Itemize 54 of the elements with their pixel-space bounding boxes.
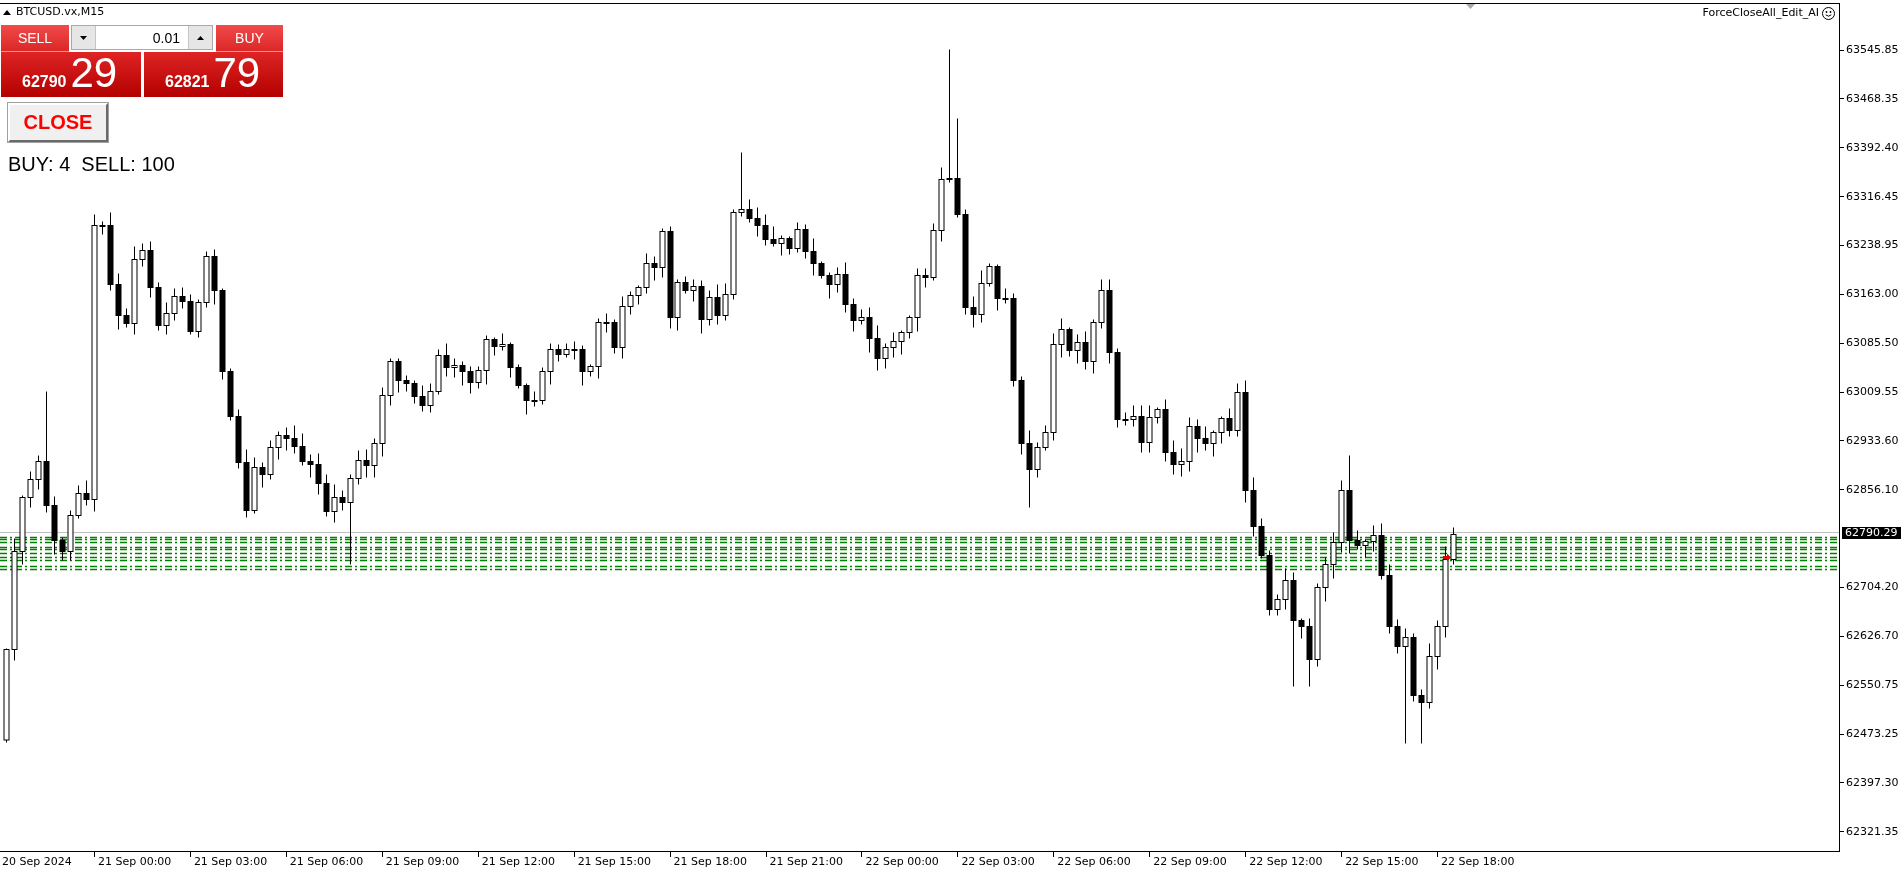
buy-price-panel[interactable]: 62821 79: [144, 52, 283, 97]
arrow-icon: [1443, 553, 1451, 562]
time-axis-label: 20 Sep 2024: [2, 855, 72, 868]
time-axis-label: 22 Sep 09:00: [1153, 855, 1227, 868]
buy-price-main: 62821: [165, 73, 210, 91]
time-axis-label: 21 Sep 09:00: [385, 855, 460, 868]
time-axis-label: 22 Sep 18:00: [1441, 855, 1515, 868]
price-axis-label: 63545.85: [1846, 44, 1899, 56]
price-axis-label: 63392.40: [1846, 141, 1899, 154]
price-axis-label: 62473.25: [1846, 728, 1899, 741]
price-axis-label: 63238.95: [1846, 239, 1899, 252]
smiley-face-icon: [1822, 6, 1835, 20]
caret-up-icon: [197, 35, 204, 40]
price-axis-label: 63085.50: [1846, 337, 1899, 350]
time-axis-label: 21 Sep 03:00: [193, 855, 268, 868]
sell-price-main: 62790: [22, 73, 67, 91]
triangle-up-icon[interactable]: [3, 9, 11, 15]
time-axis-label: 22 Sep 03:00: [961, 855, 1035, 868]
triangle-marker-icon[interactable]: [1466, 4, 1475, 9]
time-axis-label: 22 Sep 15:00: [1345, 855, 1419, 868]
price-axis-label: 62856.10: [1846, 483, 1899, 496]
buy-button[interactable]: BUY: [216, 25, 283, 52]
time-axis-label: 21 Sep 00:00: [97, 855, 172, 868]
time-axis-label: 22 Sep 12:00: [1249, 855, 1323, 868]
time-axis-label: 21 Sep 21:00: [769, 855, 843, 868]
price-axis-label: 62397.30: [1846, 776, 1899, 789]
lot-increase-button[interactable]: [188, 26, 212, 49]
symbol-title: BTCUSD.vx,M15: [16, 5, 105, 19]
price-axis-label: 63316.45: [1846, 190, 1899, 203]
buy-price-pips: 79: [213, 52, 261, 94]
sell-button[interactable]: SELL: [1, 25, 69, 52]
time-axis-label: 21 Sep 12:00: [481, 855, 556, 868]
price-axis-label: 63009.55: [1846, 386, 1899, 399]
price-axis-label: 63468.35: [1846, 92, 1899, 105]
price-axis-label: 62550.75: [1846, 679, 1899, 692]
close-button[interactable]: CLOSE: [8, 103, 108, 142]
current-price-label: 62790.29: [1842, 526, 1901, 539]
price-axis-label: 63163.00: [1846, 288, 1899, 301]
sell-price-panel[interactable]: 62790 29: [1, 52, 141, 97]
price-axis-label: 62933.60: [1846, 434, 1899, 447]
time-axis-label: 22 Sep 00:00: [865, 855, 939, 868]
price-axis-label: 62704.20: [1846, 581, 1899, 594]
lot-decrease-button[interactable]: [72, 26, 96, 49]
time-axis-label: 21 Sep 06:00: [289, 855, 364, 868]
price-axis-label: 62626.70: [1846, 630, 1899, 643]
time-axis-label: 22 Sep 06:00: [1057, 855, 1131, 868]
time-axis-label: 21 Sep 15:00: [577, 855, 652, 868]
sell-price-pips: 29: [70, 52, 118, 94]
lot-size-spinner[interactable]: 0.01: [71, 25, 213, 50]
time-axis-label: 21 Sep 18:00: [673, 855, 747, 868]
price-axis-label: 62321.35: [1846, 825, 1899, 838]
position-count-label: BUY: 4 SELL: 100: [8, 152, 175, 176]
caret-down-icon: [80, 35, 87, 40]
expert-name-label: ForceCloseAll_Edit_AI: [1702, 5, 1819, 21]
